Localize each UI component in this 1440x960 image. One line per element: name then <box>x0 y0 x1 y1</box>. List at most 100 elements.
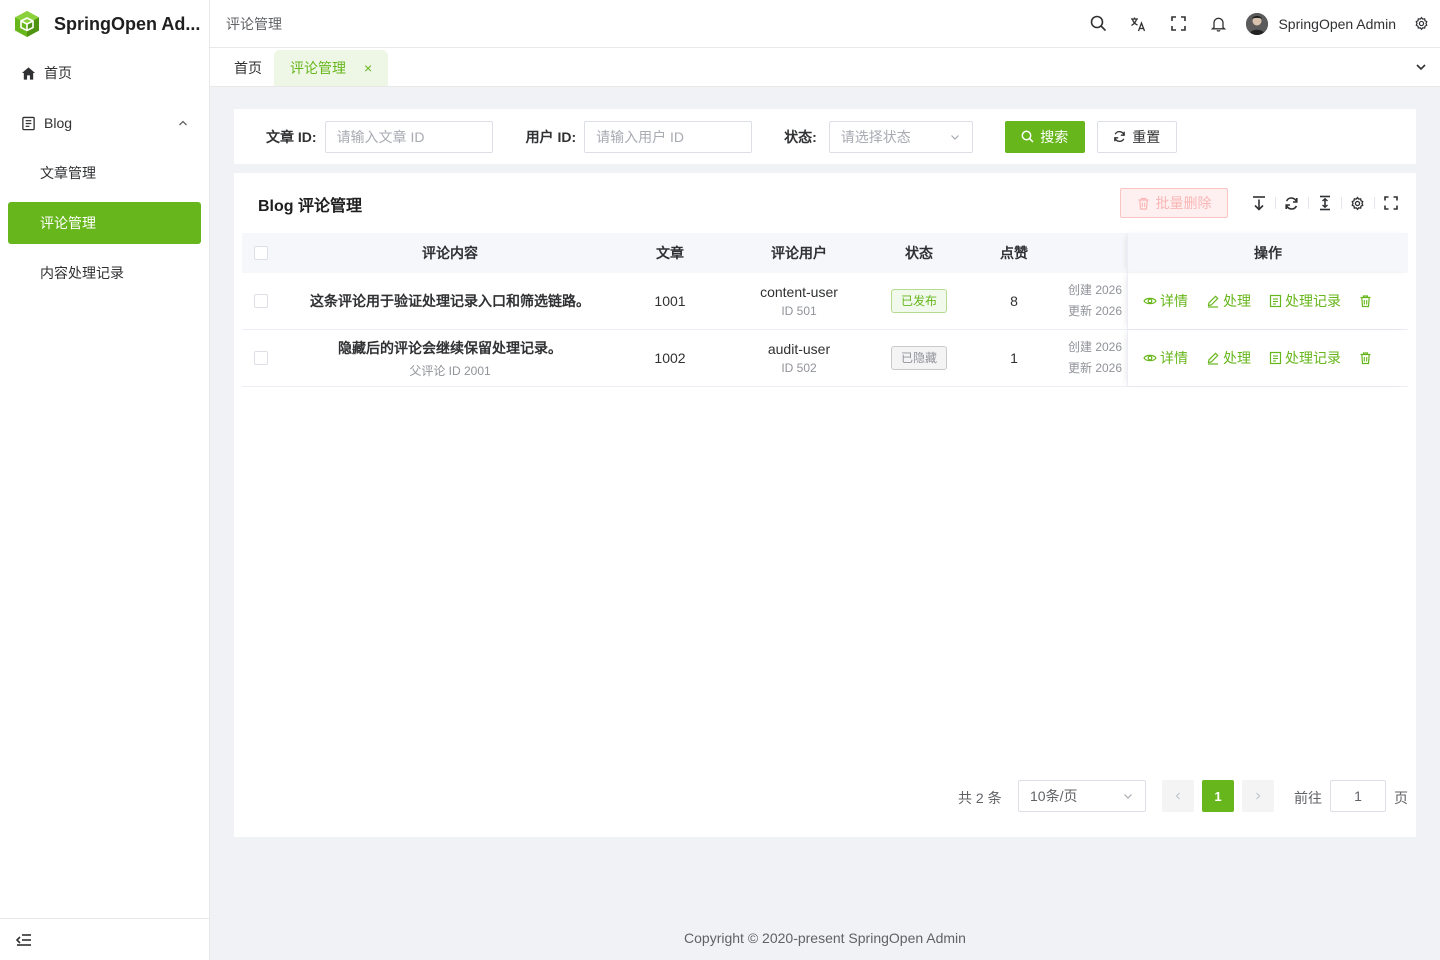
row-select-cell <box>242 330 280 386</box>
tab-home[interactable]: 首页 <box>222 50 274 86</box>
records-button[interactable]: 处理记录 <box>1269 291 1341 311</box>
breadcrumb[interactable]: 评论管理 <box>210 14 282 34</box>
comment-content-cell: 隐藏后的评论会继续保留处理记录。 父评论 ID 2001 <box>280 330 620 386</box>
document-icon <box>20 115 36 131</box>
gear-icon[interactable] <box>1406 0 1436 48</box>
density-icon[interactable] <box>1308 188 1341 218</box>
eye-icon <box>1143 351 1160 365</box>
records-button[interactable]: 处理记录 <box>1269 348 1341 368</box>
sidebar-item-articles[interactable]: 文章管理 <box>0 148 209 198</box>
column-header[interactable]: 状态 <box>878 233 960 273</box>
delete-button[interactable] <box>1359 351 1375 365</box>
comments-table: 评论内容 文章 评论用户 状态 点赞 操作 这条评论用于验证处理记录入口和筛选链… <box>242 233 1408 387</box>
chevron-right-icon <box>1253 791 1263 801</box>
search-form: 文章 ID: 请输入文章 ID 用户 ID: 请输入用户 ID 状态: 请选择状… <box>234 109 1416 164</box>
chevron-up-icon <box>177 117 189 129</box>
article-id-cell: 1002 <box>654 350 686 366</box>
sidebar-item-label: 文章管理 <box>40 165 96 181</box>
article-id-cell: 1001 <box>654 293 686 309</box>
goto-page-input[interactable]: 1 <box>1330 780 1386 812</box>
reset-button[interactable]: 重置 <box>1096 120 1177 153</box>
comment-user-cell: content-user ID 501 <box>720 273 878 329</box>
column-header[interactable]: 评论内容 <box>280 233 620 273</box>
table-header: 评论内容 文章 评论用户 状态 点赞 操作 <box>242 233 1408 273</box>
translate-icon[interactable] <box>1118 0 1158 48</box>
status-placeholder: 请选择状态 <box>840 128 911 145</box>
column-header[interactable]: 评论用户 <box>720 233 878 273</box>
fullscreen-icon[interactable] <box>1374 188 1407 218</box>
handle-label: 处理 <box>1223 293 1251 309</box>
sidebar-item-blog[interactable]: Blog <box>0 98 209 148</box>
row-checkbox[interactable] <box>254 351 268 365</box>
logo[interactable]: SpringOpen Ad... <box>0 0 209 48</box>
goto-page-value: 1 <box>1354 788 1362 804</box>
collapse-menu-icon[interactable] <box>16 933 32 947</box>
close-icon[interactable]: × <box>364 60 372 76</box>
sidebar-item-records[interactable]: 内容处理记录 <box>0 248 209 298</box>
select-all-checkbox[interactable] <box>254 246 268 260</box>
table-toolbar <box>1242 188 1407 218</box>
column-header[interactable]: 点赞 <box>960 233 1068 273</box>
column-header-time <box>1068 233 1127 273</box>
comments-table-card: Blog 评论管理 批量删除 评论内容 文章 评论用户 状态 点赞 操作 这条评… <box>234 173 1416 837</box>
article-id-input[interactable]: 请输入文章 ID <box>324 120 493 153</box>
status-badge: 已发布 <box>890 289 947 313</box>
created-time: 创建 2026 <box>1068 340 1123 354</box>
trash-icon <box>1359 351 1375 365</box>
detail-button[interactable]: 详情 <box>1143 348 1188 368</box>
table-title: Blog 评论管理 <box>258 198 362 215</box>
sidebar-item-home[interactable]: 首页 <box>0 48 209 98</box>
search-button[interactable]: 搜索 <box>1004 120 1085 153</box>
copyright-footer: Copyright © 2020-present SpringOpen Admi… <box>684 930 966 946</box>
detail-label: 详情 <box>1160 350 1188 366</box>
sidebar-item-comments[interactable]: 评论管理 <box>8 202 201 244</box>
page-number-1[interactable]: 1 <box>1202 780 1234 812</box>
user-name: SpringOpen Admin <box>1278 15 1396 32</box>
chevron-left-icon <box>1173 791 1183 801</box>
detail-button[interactable]: 详情 <box>1143 291 1188 311</box>
eye-icon <box>1143 294 1160 308</box>
handle-label: 处理 <box>1223 350 1251 366</box>
chevron-down-icon[interactable] <box>1414 60 1428 74</box>
comment-content-cell: 这条评论用于验证处理记录入口和筛选链路。 <box>280 273 620 329</box>
batch-delete-button[interactable]: 批量删除 <box>1120 188 1228 218</box>
fullscreen-icon[interactable] <box>1158 0 1198 48</box>
status-label: 状态: <box>784 128 817 145</box>
tab-label: 首页 <box>234 60 262 76</box>
next-page-button[interactable] <box>1242 780 1274 812</box>
bell-icon[interactable] <box>1198 0 1238 48</box>
chevron-down-icon <box>949 131 961 143</box>
handle-button[interactable]: 处理 <box>1206 348 1251 368</box>
export-icon[interactable] <box>1242 188 1275 218</box>
record-list-icon <box>1269 351 1285 365</box>
tab-comments[interactable]: 评论管理 × <box>274 50 389 86</box>
comment-user-cell: audit-user ID 502 <box>720 330 878 386</box>
page-size-select[interactable]: 10条/页 <box>1018 780 1146 812</box>
article-id-label: 文章 ID: <box>266 128 317 145</box>
updated-time: 更新 2026 <box>1068 361 1123 375</box>
home-icon <box>20 65 36 81</box>
status-cell: 已发布 <box>878 273 960 329</box>
user-menu[interactable]: SpringOpen Admin <box>1246 12 1396 35</box>
goto-label: 前往 <box>1294 790 1322 806</box>
likes-cell: 8 <box>1010 293 1018 309</box>
handle-button[interactable]: 处理 <box>1206 291 1251 311</box>
column-settings-icon[interactable] <box>1341 188 1374 218</box>
row-actions: 详情 处理 处理记录 <box>1127 330 1408 386</box>
refresh-icon[interactable] <box>1275 188 1308 218</box>
column-header[interactable]: 文章 <box>620 233 720 273</box>
search-icon[interactable] <box>1078 0 1118 48</box>
user-id: ID 501 <box>781 304 817 318</box>
article-id-placeholder: 请输入文章 ID <box>336 128 425 145</box>
search-button-label: 搜索 <box>1040 128 1069 145</box>
refresh-icon <box>1113 130 1132 143</box>
user-id-input[interactable]: 请输入用户 ID <box>584 120 753 153</box>
parent-comment-id: 父评论 ID 2001 <box>409 363 491 378</box>
row-select-cell <box>242 273 280 329</box>
pagination: 共 2 条 10条/页 1 前往 1 页 <box>234 780 1416 812</box>
status-select[interactable]: 请选择状态 <box>828 120 973 153</box>
row-checkbox[interactable] <box>254 294 268 308</box>
prev-page-button[interactable] <box>1162 780 1194 812</box>
sidebar-footer <box>0 918 209 960</box>
delete-button[interactable] <box>1359 294 1375 308</box>
